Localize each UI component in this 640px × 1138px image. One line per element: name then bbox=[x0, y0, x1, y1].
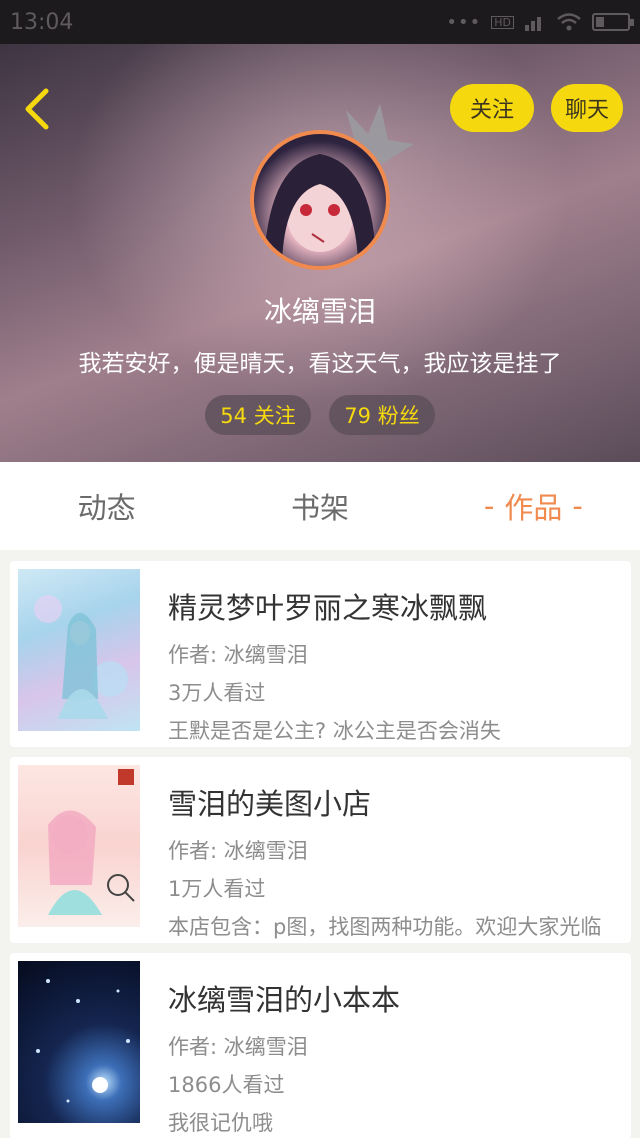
tab-bookshelf[interactable]: 书架 bbox=[213, 462, 426, 550]
profile-tabs: 动态 书架 - 作品 - bbox=[0, 462, 640, 550]
signal-icon bbox=[525, 17, 541, 31]
profile-header: 关注 聊天 冰缡雪泪 我若安好，便是晴天，看这天气，我应该是挂了 54 关注 7… bbox=[0, 44, 640, 462]
work-description: 王默是否是公主? 冰公主是否会消失 bbox=[168, 719, 501, 743]
work-author: 作者: 冰缡雪泪 bbox=[168, 839, 308, 863]
list-item[interactable]: 冰缡雪泪的小本本 作者: 冰缡雪泪 1866人看过 我很记仇哦 bbox=[10, 953, 631, 1138]
cover-art bbox=[34, 595, 128, 719]
tab-label: 动态 bbox=[77, 491, 136, 525]
network-badge: HD bbox=[491, 15, 514, 29]
work-info: 冰缡雪泪的小本本 作者: 冰缡雪泪 1866人看过 我很记仇哦 bbox=[168, 977, 621, 1137]
tab-works[interactable]: - 作品 - bbox=[427, 462, 640, 550]
wifi-icon bbox=[557, 13, 581, 31]
follow-button[interactable]: 关注 bbox=[450, 84, 534, 132]
work-title: 雪泪的美图小店 bbox=[168, 787, 372, 821]
chevron-left-icon bbox=[25, 88, 49, 130]
work-description: 我很记仇哦 bbox=[168, 1111, 273, 1135]
list-item[interactable]: 雪泪的美图小店 作者: 冰缡雪泪 1万人看过 本店包含：p图，找图两种功能。欢迎… bbox=[10, 757, 631, 943]
work-author: 作者: 冰缡雪泪 bbox=[168, 643, 308, 667]
tab-activity[interactable]: 动态 bbox=[0, 462, 213, 550]
book-cover bbox=[18, 569, 140, 731]
work-title: 精灵梦叶罗丽之寒冰飘飘 bbox=[168, 591, 488, 625]
back-button[interactable] bbox=[16, 84, 56, 134]
chat-button[interactable]: 聊天 bbox=[551, 84, 623, 132]
book-cover bbox=[18, 961, 140, 1123]
status-bar: 13:04 ••• HD bbox=[0, 0, 640, 44]
tab-label: 作品 bbox=[504, 491, 563, 525]
dots-icon: ••• bbox=[446, 11, 482, 33]
work-views: 1万人看过 bbox=[168, 877, 266, 901]
work-description: 本店包含：p图，找图两种功能。欢迎大家光临 bbox=[168, 915, 602, 939]
tab-indicator-right: - bbox=[572, 489, 583, 523]
work-title: 冰缡雪泪的小本本 bbox=[168, 983, 401, 1017]
fans-count[interactable]: 79 粉丝 bbox=[329, 395, 435, 435]
cover-art bbox=[36, 979, 130, 1103]
username: 冰缡雪泪 bbox=[263, 295, 376, 328]
status-time: 13:04 bbox=[10, 9, 74, 35]
list-item[interactable]: 精灵梦叶罗丽之寒冰飘飘 作者: 冰缡雪泪 3万人看过 王默是否是公主? 冰公主是… bbox=[10, 561, 631, 747]
tab-label: 书架 bbox=[290, 491, 349, 525]
status-icons: ••• HD bbox=[446, 11, 634, 33]
book-cover bbox=[18, 765, 140, 927]
work-author: 作者: 冰缡雪泪 bbox=[168, 1035, 308, 1059]
work-info: 雪泪的美图小店 作者: 冰缡雪泪 1万人看过 本店包含：p图，找图两种功能。欢迎… bbox=[168, 781, 621, 941]
works-list: 精灵梦叶罗丽之寒冰飘飘 作者: 冰缡雪泪 3万人看过 王默是否是公主? 冰公主是… bbox=[10, 561, 631, 1138]
avatar[interactable] bbox=[250, 130, 390, 270]
cover-art bbox=[48, 769, 135, 915]
user-bio: 我若安好，便是晴天，看这天气，我应该是挂了 bbox=[78, 351, 562, 377]
battery-icon bbox=[592, 13, 634, 31]
work-views: 1866人看过 bbox=[168, 1073, 285, 1097]
following-count[interactable]: 54 关注 bbox=[205, 395, 311, 435]
avatar-image bbox=[264, 154, 376, 264]
work-info: 精灵梦叶罗丽之寒冰飘飘 作者: 冰缡雪泪 3万人看过 王默是否是公主? 冰公主是… bbox=[168, 585, 621, 745]
work-views: 3万人看过 bbox=[168, 681, 266, 705]
tab-indicator-left: - bbox=[483, 489, 495, 523]
